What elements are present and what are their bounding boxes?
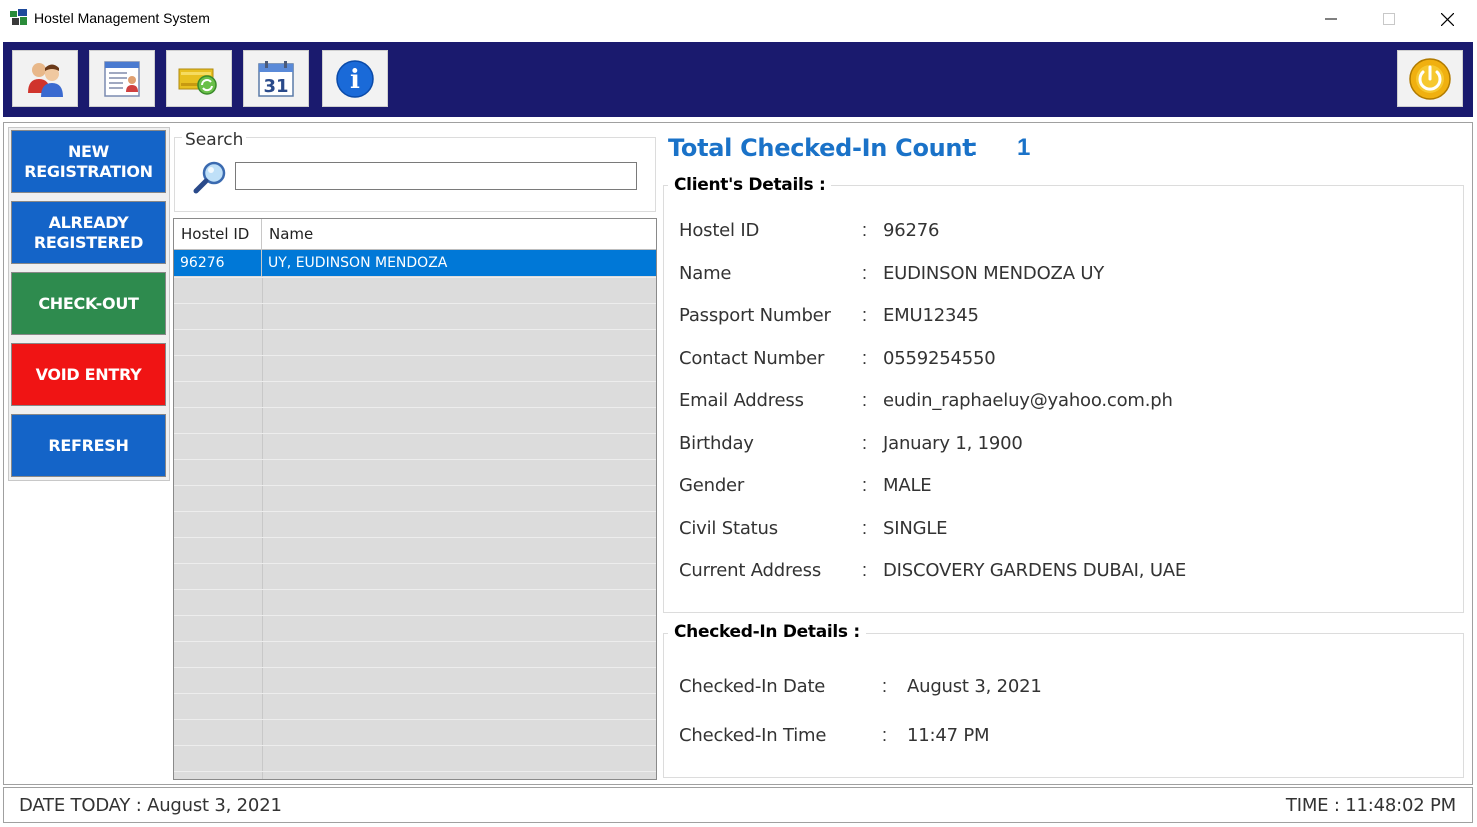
cell-hostel-id: 96276 xyxy=(174,250,262,276)
check-out-button[interactable]: CHECK-OUT xyxy=(11,272,166,335)
field-label: Name xyxy=(679,262,732,284)
users-button[interactable] xyxy=(12,50,78,107)
field-label: Hostel ID xyxy=(679,220,760,241)
svg-text:31: 31 xyxy=(263,76,288,97)
toolbar: 31 i xyxy=(3,42,1473,117)
close-icon xyxy=(1440,12,1454,26)
search-legend: Search xyxy=(182,130,247,150)
field-colon: : xyxy=(882,725,888,745)
field-value: eudin_raphaeluy@yahoo.com.ph xyxy=(883,390,1173,411)
field-colon: : xyxy=(882,676,888,696)
field-colon: : xyxy=(862,220,868,240)
payment-button[interactable] xyxy=(166,50,232,107)
guest-grid[interactable]: Hostel ID Name 96276 UY, EUDINSON MENDOZ… xyxy=(173,218,657,780)
checkin-details-group xyxy=(663,633,1464,778)
maximize-button[interactable] xyxy=(1360,0,1418,38)
cell-name: UY, EUDINSON MENDOZA xyxy=(268,255,448,271)
field-label: Contact Number xyxy=(679,347,825,369)
power-button[interactable] xyxy=(1397,50,1463,107)
field-colon: : xyxy=(862,432,868,453)
field-label: Checked-In Time xyxy=(679,725,827,746)
grid-empty-rows xyxy=(174,277,656,772)
field-label: Civil Status xyxy=(679,517,778,539)
field-label: Checked-In Date xyxy=(679,676,826,697)
void-entry-button[interactable]: VOID ENTRY xyxy=(11,343,166,406)
money-refresh-icon xyxy=(178,68,217,95)
field-label: Passport Number xyxy=(679,305,831,326)
column-header-name[interactable]: Name xyxy=(262,219,656,250)
info-button[interactable]: i xyxy=(322,50,388,107)
minimize-icon xyxy=(1325,18,1337,20)
field-label: Gender xyxy=(679,475,745,496)
maximize-icon xyxy=(1383,13,1395,25)
field-colon: : xyxy=(862,475,868,495)
field-value: EMU12345 xyxy=(883,305,979,326)
field-colon: : xyxy=(862,390,868,410)
calendar-icon: 31 xyxy=(258,60,294,97)
form-icon xyxy=(104,60,140,97)
table-row[interactable]: 96276 UY, EUDINSON MENDOZA xyxy=(174,250,656,276)
calendar-button[interactable]: 31 xyxy=(243,50,309,107)
field-colon: : xyxy=(862,347,868,368)
field-label: Current Address xyxy=(679,560,822,581)
info-icon: i xyxy=(336,59,374,98)
field-value: DISCOVERY GARDENS DUBAI, UAE xyxy=(883,560,1187,581)
title-bar: Hostel Management System xyxy=(0,0,1477,38)
refresh-button[interactable]: REFRESH xyxy=(11,414,166,477)
svg-text:i: i xyxy=(350,65,360,95)
power-icon xyxy=(1409,57,1451,100)
window-title: Hostel Management System xyxy=(34,10,210,26)
field-value: January 1, 1900 xyxy=(883,432,1023,454)
search-icon xyxy=(193,161,226,194)
grid-header: Hostel ID Name xyxy=(174,219,656,250)
field-value: 0559254550 xyxy=(883,347,996,369)
field-value: 96276 xyxy=(883,220,940,241)
status-date: DATE TODAY : August 3, 2021 xyxy=(19,795,282,816)
field-value: EUDINSON MENDOZA UY xyxy=(883,262,1105,284)
client-details-legend: Client's Details : xyxy=(668,175,832,195)
field-colon: : xyxy=(862,262,868,283)
minimize-button[interactable] xyxy=(1302,0,1360,38)
field-colon: : xyxy=(862,560,868,580)
field-value: SINGLE xyxy=(883,517,948,539)
field-value: MALE xyxy=(883,475,932,496)
column-header-hostel-id[interactable]: Hostel ID xyxy=(174,219,262,250)
field-value: August 3, 2021 xyxy=(907,676,1042,697)
field-label: Email Address xyxy=(679,390,804,411)
field-label: Birthday xyxy=(679,432,754,454)
new-registration-button[interactable]: NEW REGISTRATION xyxy=(11,130,166,193)
total-checked-in-label: Total Checked-In Count xyxy=(668,134,974,162)
total-checked-in-value: 1 xyxy=(1017,134,1031,161)
close-button[interactable] xyxy=(1418,0,1476,38)
total-colon: : xyxy=(970,134,978,161)
field-colon: : xyxy=(862,517,868,538)
checkin-details-legend: Checked-In Details : xyxy=(668,622,866,642)
search-input[interactable] xyxy=(235,162,637,190)
field-colon: : xyxy=(862,305,868,325)
app-icon xyxy=(10,9,27,25)
already-registered-button[interactable]: ALREADY REGISTERED xyxy=(11,201,166,264)
users-icon xyxy=(28,62,63,97)
field-value: 11:47 PM xyxy=(907,725,990,746)
status-time: TIME : 11:48:02 PM xyxy=(1285,795,1456,816)
form-button[interactable] xyxy=(89,50,155,107)
